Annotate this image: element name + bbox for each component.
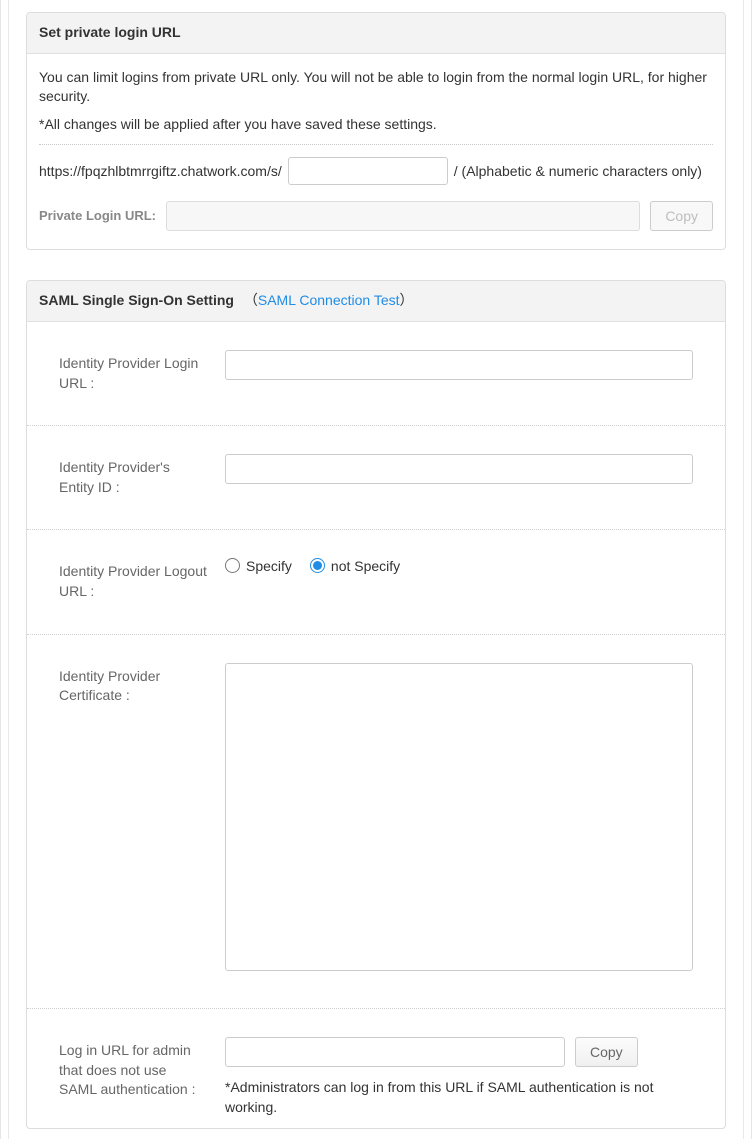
private-login-panel: Set private login URL You can limit logi… <box>26 12 726 250</box>
idp-entity-id-row: Identity Provider's Entity ID : <box>27 426 725 530</box>
idp-login-url-input[interactable] <box>225 350 693 380</box>
logout-not-specify-label: not Specify <box>331 559 400 573</box>
private-url-line: https://fpqzhlbtmrrgiftz.chatwork.com/s/… <box>39 157 713 185</box>
paren-close: ） <box>400 292 414 308</box>
idp-certificate-control <box>225 663 693 977</box>
idp-logout-url-label: Identity Provider Logout URL : <box>59 558 207 601</box>
inner-content: Set private login URL You can limit logi… <box>1 0 751 1139</box>
idp-login-url-label: Identity Provider Login URL : <box>59 350 207 393</box>
idp-entity-id-input[interactable] <box>225 454 693 484</box>
idp-login-url-control <box>225 350 693 393</box>
admin-login-url-row: Log in URL for admin that does not use S… <box>27 1009 725 1128</box>
private-url-suffix: / (Alphabetic & numeric characters only) <box>454 162 702 182</box>
idp-certificate-row: Identity Provider Certificate : <box>27 635 725 1010</box>
logout-specify-label: Specify <box>246 559 292 573</box>
saml-sso-panel: SAML Single Sign-On Setting （SAML Connec… <box>26 280 726 1128</box>
admin-login-url-help: *Administrators can log in from this URL… <box>225 1077 693 1118</box>
logout-specify-radio[interactable] <box>225 558 240 573</box>
divider <box>39 144 713 145</box>
saml-link-group: （SAML Connection Test） <box>244 292 414 308</box>
admin-login-url-copy-group: Copy <box>225 1037 693 1067</box>
private-login-panel-body: You can limit logins from private URL on… <box>27 54 725 250</box>
private-url-prefix: https://fpqzhlbtmrrgiftz.chatwork.com/s/ <box>39 162 282 182</box>
private-login-panel-title: Set private login URL <box>27 13 725 54</box>
logout-not-specify-radio[interactable] <box>310 558 325 573</box>
private-login-url-label: Private Login URL: <box>39 207 156 225</box>
saml-connection-test-link[interactable]: SAML Connection Test <box>258 292 400 308</box>
admin-login-url-input[interactable] <box>225 1037 565 1067</box>
copy-private-url-button[interactable]: Copy <box>650 201 713 231</box>
copy-admin-url-button[interactable]: Copy <box>575 1037 638 1067</box>
idp-certificate-textarea[interactable] <box>225 663 693 971</box>
saml-panel-head: SAML Single Sign-On Setting （SAML Connec… <box>27 281 725 322</box>
admin-login-url-label: Log in URL for admin that does not use S… <box>59 1037 207 1118</box>
logout-not-specify-option[interactable]: not Specify <box>310 558 400 573</box>
logout-specify-option[interactable]: Specify <box>225 558 292 573</box>
idp-login-url-row: Identity Provider Login URL : <box>27 322 725 426</box>
private-login-note: *All changes will be applied after you h… <box>39 115 713 135</box>
idp-entity-id-control <box>225 454 693 497</box>
private-login-url-row: Private Login URL: Copy <box>39 201 713 231</box>
idp-logout-url-control: Specify not Specify <box>225 558 693 601</box>
private-login-description: You can limit logins from private URL on… <box>39 68 713 107</box>
idp-logout-url-row: Identity Provider Logout URL : Specify n… <box>27 530 725 634</box>
idp-certificate-label: Identity Provider Certificate : <box>59 663 207 977</box>
logout-url-radio-group: Specify not Specify <box>225 558 693 573</box>
saml-panel-body: Identity Provider Login URL : Identity P… <box>27 322 725 1128</box>
private-login-url-display[interactable] <box>166 201 640 231</box>
paren-open: （ <box>244 292 258 308</box>
idp-entity-id-label: Identity Provider's Entity ID : <box>59 454 207 497</box>
private-url-slug-input[interactable] <box>288 157 448 185</box>
admin-login-url-control: Copy *Administrators can log in from thi… <box>225 1037 693 1118</box>
page: Set private login URL You can limit logi… <box>0 0 752 1139</box>
saml-panel-title: SAML Single Sign-On Setting <box>39 292 234 308</box>
